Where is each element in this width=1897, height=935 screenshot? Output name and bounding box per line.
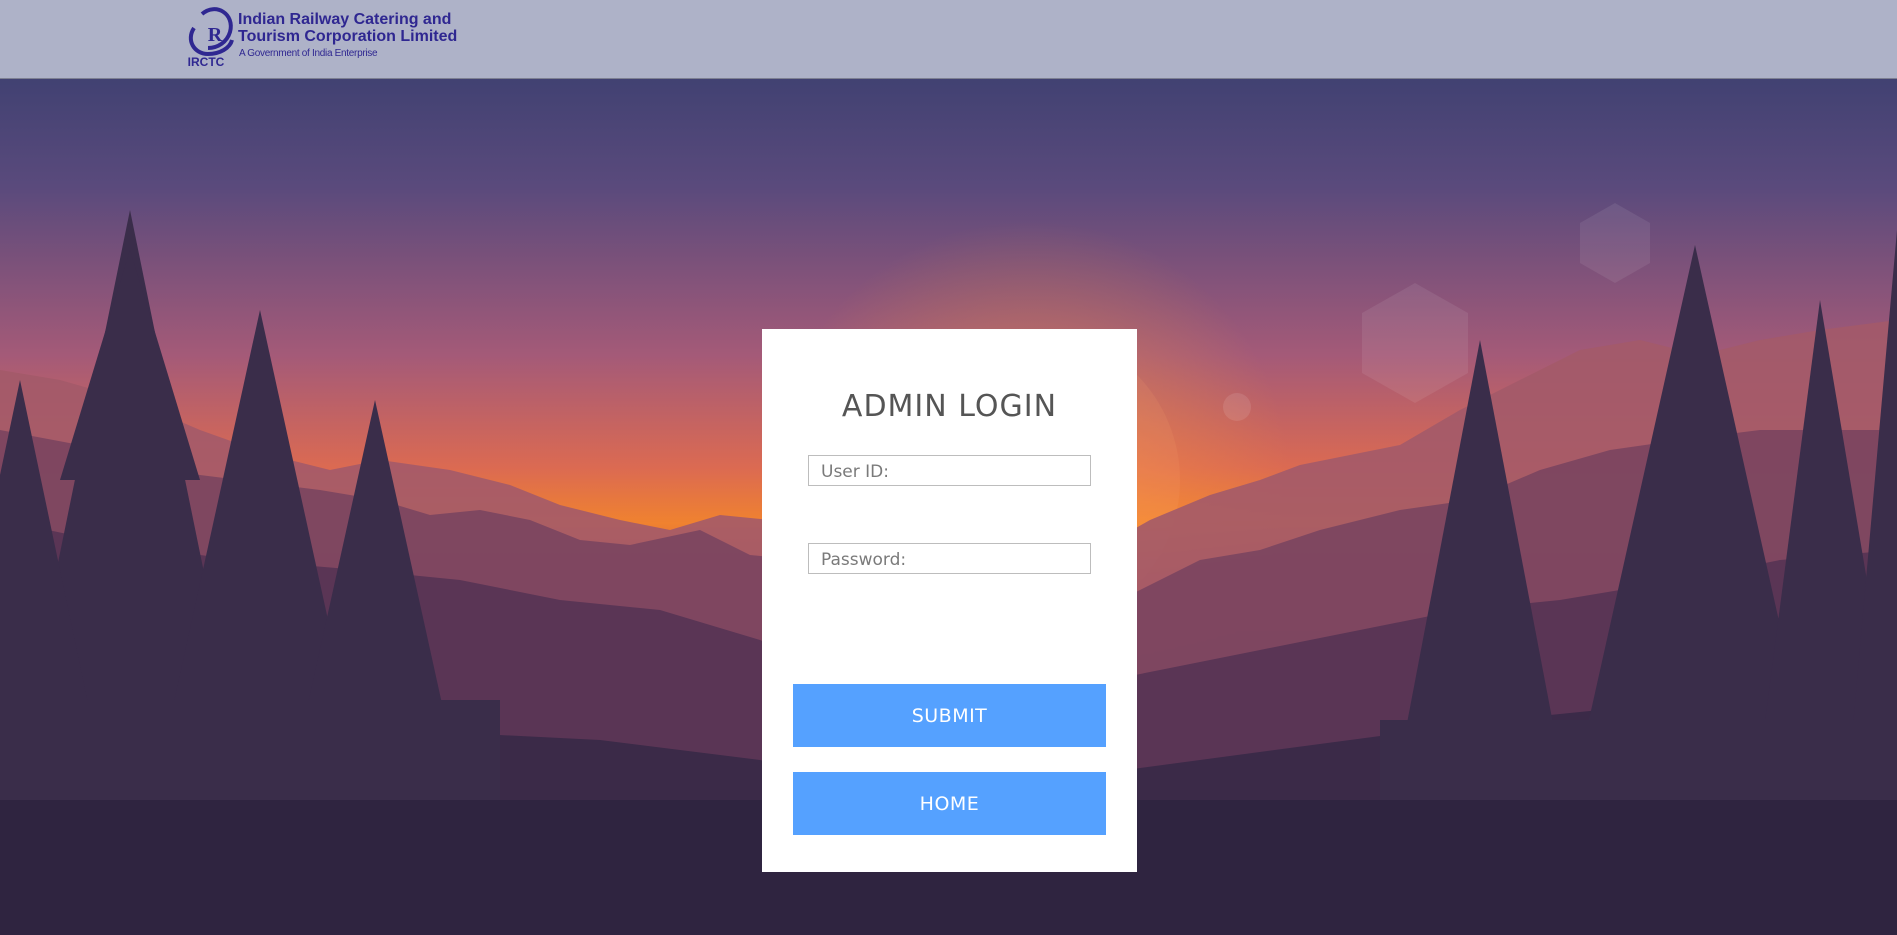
submit-button[interactable]: SUBMIT [793, 684, 1106, 747]
org-tagline: A Government of India Enterprise [239, 48, 378, 59]
user-id-input[interactable] [808, 455, 1091, 486]
site-header: R IRCTC Indian Railway Catering and Tour… [0, 0, 1897, 79]
logo-text: IRCTC [188, 55, 225, 69]
org-name-line2: Tourism Corporation Limited [238, 28, 458, 45]
login-card: ADMIN LOGIN SUBMIT HOME [762, 329, 1137, 872]
svg-text:R: R [208, 24, 223, 46]
organization-name: Indian Railway Catering and Tourism Corp… [238, 11, 468, 59]
org-name-line1: Indian Railway Catering and [238, 11, 452, 28]
password-input[interactable] [808, 543, 1091, 574]
page-title: ADMIN LOGIN [841, 389, 1058, 424]
home-button[interactable]: HOME [793, 772, 1106, 835]
